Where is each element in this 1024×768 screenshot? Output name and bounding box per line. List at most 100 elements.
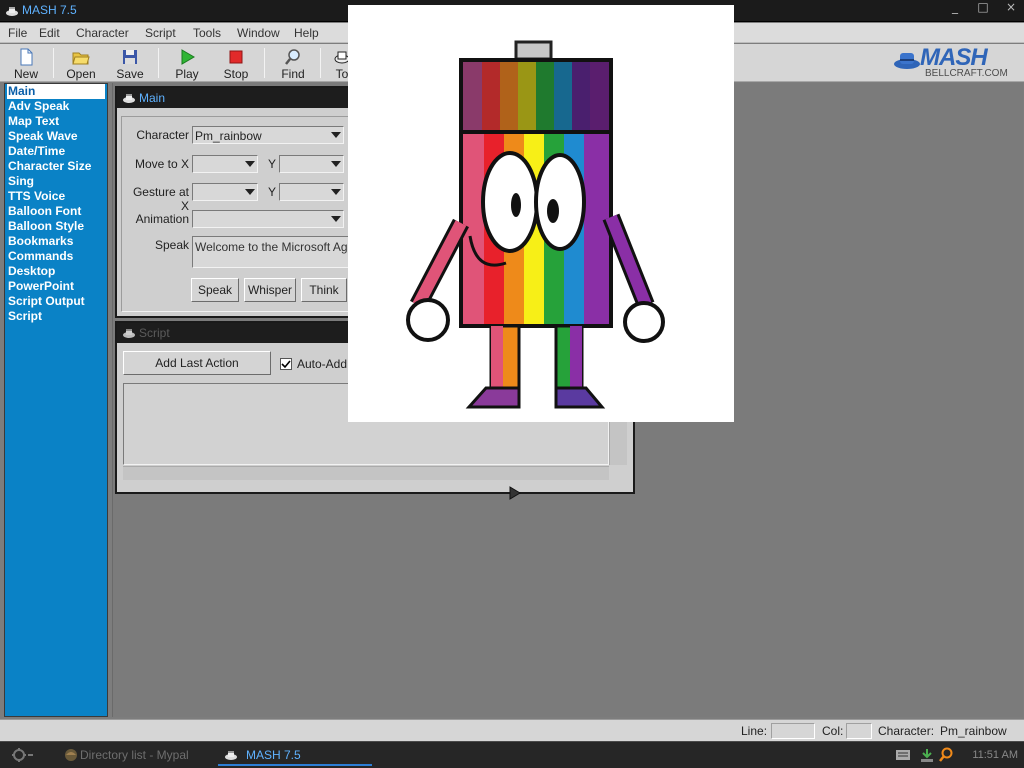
menu-character[interactable]: Character bbox=[76, 26, 129, 40]
col-label: Col: bbox=[822, 724, 844, 738]
speak-label: Speak bbox=[154, 238, 189, 252]
character-status-label: Character: bbox=[878, 724, 935, 738]
clock: 11:51 AM bbox=[972, 749, 1018, 761]
hat-icon bbox=[123, 329, 135, 338]
line-value-field bbox=[771, 723, 815, 739]
sidebar: Main Adv Speak Map Text Speak Wave Date/… bbox=[4, 83, 108, 717]
menu-file[interactable]: File bbox=[8, 26, 27, 40]
logo-site: BELLCRAFT.COM bbox=[925, 68, 1008, 79]
chevron-down-icon bbox=[245, 161, 255, 167]
sidebar-item-tts-voice[interactable]: TTS Voice bbox=[7, 189, 105, 204]
toolbar-separator bbox=[158, 48, 159, 78]
open-button[interactable]: Open bbox=[55, 46, 107, 81]
mash-hat-logo-icon bbox=[894, 53, 920, 69]
sidebar-item-desktop[interactable]: Desktop bbox=[7, 264, 105, 279]
add-last-action-button[interactable]: Add Last Action bbox=[123, 351, 271, 375]
stop-icon bbox=[229, 50, 243, 64]
play-icon bbox=[181, 49, 195, 65]
toolbar-separator bbox=[264, 48, 265, 78]
sidebar-item-speak-wave[interactable]: Speak Wave bbox=[7, 129, 105, 144]
play-button[interactable]: Play bbox=[161, 46, 213, 81]
mypal-browser-icon bbox=[65, 749, 77, 761]
character-select[interactable]: Pm_rainbow bbox=[192, 126, 344, 144]
sidebar-item-sing[interactable]: Sing bbox=[7, 174, 105, 189]
folder-open-icon bbox=[72, 52, 90, 65]
think-button[interactable]: Think bbox=[301, 278, 347, 302]
line-label: Line: bbox=[741, 724, 768, 738]
window-title: MASH 7.5 bbox=[22, 3, 77, 17]
speak-button[interactable]: Speak bbox=[191, 278, 239, 302]
system-tray: 11:51 AM bbox=[894, 744, 1024, 767]
network-icon[interactable] bbox=[920, 747, 934, 763]
status-bar: Line: Col: Character: Pm_rainbow bbox=[0, 719, 1024, 741]
move-to-x-label: Move to X bbox=[134, 157, 189, 171]
sidebar-item-powerpoint[interactable]: PowerPoint bbox=[7, 279, 105, 294]
hat-icon bbox=[123, 94, 135, 103]
mash-app-icon bbox=[225, 751, 237, 760]
floppy-disk-icon bbox=[123, 50, 137, 64]
sidebar-item-bookmarks[interactable]: Bookmarks bbox=[7, 234, 105, 249]
gesture-at-x-label: Gesture at X bbox=[132, 185, 189, 213]
character-label: Character bbox=[136, 128, 189, 142]
find-button[interactable]: Find bbox=[267, 46, 319, 81]
mash-logo: MASH BELLCRAFT.COM bbox=[890, 44, 1020, 80]
sidebar-item-adv-speak[interactable]: Adv Speak bbox=[7, 99, 105, 114]
whisper-button[interactable]: Whisper bbox=[244, 278, 296, 302]
animation-label: Animation bbox=[135, 212, 189, 226]
chevron-down-icon bbox=[331, 189, 341, 195]
chevron-down-icon bbox=[331, 161, 341, 167]
col-value-field bbox=[846, 723, 872, 739]
task-mash[interactable]: MASH 7.5 bbox=[218, 745, 372, 766]
sidebar-item-script[interactable]: Script bbox=[7, 309, 105, 324]
auto-add-checkbox[interactable] bbox=[280, 358, 292, 370]
menu-help[interactable]: Help bbox=[294, 26, 319, 40]
task-directory-list[interactable]: Directory list - Mypal bbox=[60, 745, 212, 766]
stop-button[interactable]: Stop bbox=[210, 46, 262, 81]
sidebar-item-map-text[interactable]: Map Text bbox=[7, 114, 105, 129]
mash-app-icon bbox=[6, 7, 18, 16]
move-to-y-select[interactable] bbox=[279, 155, 344, 173]
checkmark-icon bbox=[281, 360, 291, 369]
animation-select[interactable] bbox=[192, 210, 344, 228]
gesture-at-y-label: Y bbox=[267, 185, 276, 199]
sidebar-item-balloon-font[interactable]: Balloon Font bbox=[7, 204, 105, 219]
sidebar-item-commands[interactable]: Commands bbox=[7, 249, 105, 264]
keyboard-icon[interactable] bbox=[896, 750, 910, 760]
gesture-at-x-select[interactable] bbox=[192, 183, 258, 201]
speak-text-field[interactable]: Welcome to the Microsoft Agent bbox=[192, 236, 372, 268]
character-status-value: Pm_rainbow bbox=[940, 724, 1007, 738]
new-page-icon bbox=[20, 48, 33, 66]
menu-window[interactable]: Window bbox=[237, 26, 280, 40]
move-to-x-select[interactable] bbox=[192, 155, 258, 173]
menu-tools[interactable]: Tools bbox=[193, 26, 221, 40]
menu-edit[interactable]: Edit bbox=[39, 26, 60, 40]
agent-character-window[interactable] bbox=[348, 5, 734, 422]
horizontal-scrollbar[interactable] bbox=[123, 466, 609, 480]
chevron-down-icon bbox=[331, 216, 341, 222]
sidebar-item-main[interactable]: Main bbox=[7, 84, 105, 99]
gesture-at-y-select[interactable] bbox=[279, 183, 344, 201]
chevron-down-icon bbox=[331, 132, 341, 138]
sidebar-item-balloon-style[interactable]: Balloon Style bbox=[7, 219, 105, 234]
sidebar-item-character-size[interactable]: Character Size bbox=[7, 159, 105, 174]
close-button[interactable]: × bbox=[1000, 1, 1022, 15]
start-button[interactable] bbox=[10, 746, 34, 764]
chevron-down-icon bbox=[245, 189, 255, 195]
main-panel-title: Main bbox=[139, 91, 166, 105]
maximize-button[interactable]: □ bbox=[972, 1, 994, 15]
mouse-cursor-icon bbox=[509, 486, 521, 500]
taskbar: Directory list - Mypal MASH 7.5 11:51 AM bbox=[0, 741, 1024, 768]
sidebar-item-date-time[interactable]: Date/Time bbox=[7, 144, 105, 159]
main-panel-body: Character Pm_rainbow Move to X Y Gesture… bbox=[121, 116, 383, 312]
toolbar-separator bbox=[53, 48, 54, 78]
script-panel-title: Script bbox=[139, 326, 170, 340]
magnifier-icon bbox=[285, 49, 300, 65]
search-icon[interactable] bbox=[938, 747, 954, 763]
minimize-button[interactable]: _ bbox=[944, 1, 966, 15]
window-controls: _ □ × bbox=[944, 1, 1022, 15]
sidebar-item-script-output[interactable]: Script Output bbox=[7, 294, 105, 309]
menu-script[interactable]: Script bbox=[145, 26, 176, 40]
pm-rainbow-character bbox=[406, 40, 665, 409]
save-button[interactable]: Save bbox=[104, 46, 156, 81]
new-button[interactable]: New bbox=[0, 46, 52, 81]
